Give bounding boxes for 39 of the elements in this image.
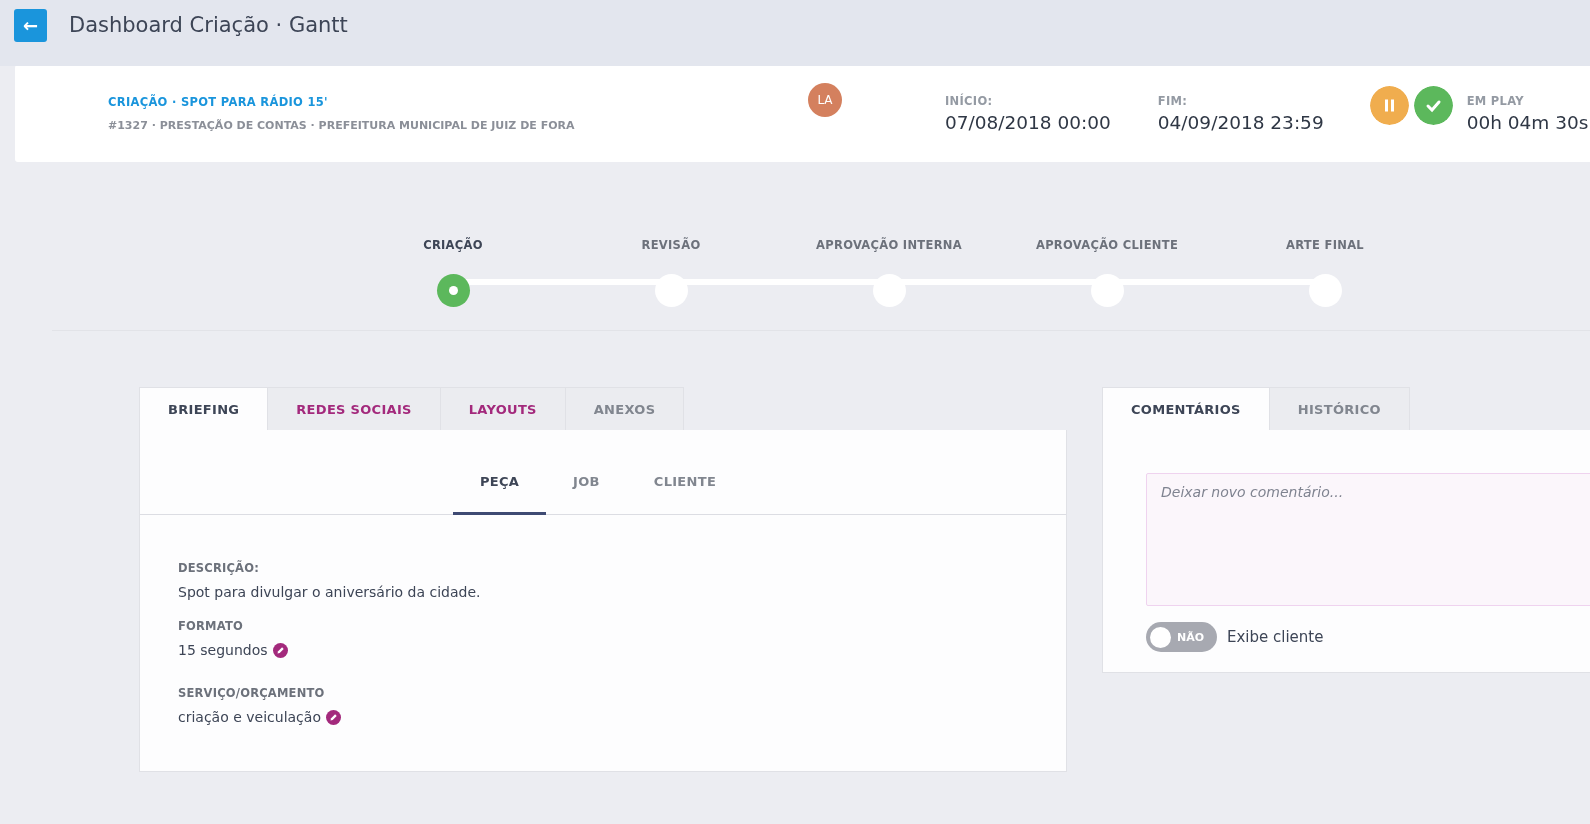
- timer-value: 00h 04m 30s: [1466, 112, 1589, 133]
- job-subtitle: #1327 · PRESTAÇÃO DE CONTAS · PREFEITURA MUNICIPAL DE JUIZ DE FORA: [108, 119, 576, 132]
- check-icon[interactable]: [1413, 86, 1453, 125]
- step-label: REVISÃO: [641, 238, 701, 252]
- comment-field[interactable]: Deixar novo comentário...: [1146, 473, 1590, 606]
- back-button[interactable]: ←: [14, 8, 47, 42]
- page-title: Dashboard Criação · Gantt: [69, 13, 348, 37]
- tab[interactable]: HISTÓRICO: [1269, 387, 1410, 430]
- timer-label: EM PLAY: [1466, 94, 1524, 108]
- step-marker[interactable]: [436, 274, 470, 307]
- field-value: criação e veiculação: [178, 709, 321, 725]
- toggle-switch[interactable]: NÃO: [1146, 622, 1217, 652]
- tab[interactable]: COMENTÁRIOS: [1102, 387, 1270, 430]
- sub-tab[interactable]: JOB: [546, 429, 627, 515]
- tab[interactable]: BRIEFING: [139, 387, 269, 430]
- sub-tab[interactable]: CLIENTE: [626, 429, 744, 515]
- step-label: APROVAÇÃO CLIENTE: [1035, 238, 1179, 252]
- pause-icon[interactable]: [1369, 86, 1409, 125]
- edit-icon[interactable]: [272, 642, 288, 658]
- field-label: SERVIÇO/ORÇAMENTO: [178, 686, 325, 700]
- end-date-label: FIM:: [1157, 94, 1188, 108]
- step-label: APROVAÇÃO INTERNA: [816, 238, 962, 252]
- end-date-value: 04/09/2018 23:59: [1157, 112, 1324, 133]
- toggle-label: Exibe cliente: [1227, 628, 1324, 646]
- step-label: ARTE FINAL: [1286, 238, 1364, 252]
- start-date-value: 07/08/2018 00:00: [945, 112, 1111, 133]
- field-label: DESCRIÇÃO:: [178, 561, 259, 575]
- step-label: CRIAÇÃO: [423, 238, 483, 252]
- edit-icon[interactable]: [325, 709, 341, 725]
- user-avatar: LA: [808, 82, 842, 117]
- field-value: Spot para divulgar o aniversário da cidade.: [178, 584, 481, 600]
- field-label: FORMATO: [178, 619, 243, 633]
- tab[interactable]: LAYOUTS: [440, 387, 566, 430]
- start-date-label: INÍCIO:: [945, 94, 993, 108]
- tab[interactable]: ANEXOS: [565, 387, 685, 430]
- tab[interactable]: REDES SOCIAIS: [268, 387, 441, 430]
- sub-tab[interactable]: PEÇA: [452, 429, 547, 515]
- field-value: 15 segundos: [178, 642, 268, 658]
- job-title: CRIAÇÃO · SPOT PARA RÁDIO 15': [108, 95, 329, 109]
